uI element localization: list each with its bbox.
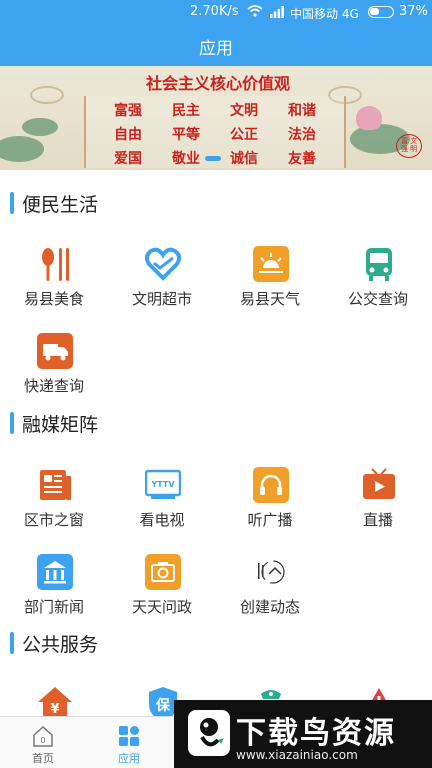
network-speed: 2.70K/s — [190, 4, 239, 19]
battery-percent: 37% — [399, 4, 428, 19]
tile-label: 部门新闻 — [23, 598, 84, 616]
tile-delivery[interactable]: 快递查询 — [0, 333, 108, 413]
section-accent-bar — [10, 632, 14, 654]
delivery-icon — [37, 333, 73, 369]
heart-icon — [145, 247, 181, 281]
page-title: 应用 — [199, 39, 233, 59]
section-title: 便民生活 — [22, 194, 99, 216]
weather-icon — [253, 246, 289, 282]
tile-food[interactable]: 易县美食 — [0, 246, 108, 326]
insurance-badge: 保 — [155, 697, 171, 714]
value-word: 诚信 — [230, 151, 258, 167]
watermark-title: 下载鸟资源 — [236, 716, 396, 751]
svg-text:0: 0 — [40, 736, 45, 745]
tile-label: 易县天气 — [239, 290, 300, 308]
bus-icon — [366, 248, 392, 281]
tile-label: 创建动态 — [239, 598, 300, 616]
apps-icon — [119, 726, 139, 746]
tile-daily-inquiry[interactable]: 天天问政 — [108, 554, 216, 634]
tile-create-news[interactable]: 创建动态 — [216, 554, 324, 634]
tile-label: 区市之窗 — [23, 511, 84, 529]
lotus-flower-decoration — [356, 106, 382, 130]
section-accent-bar — [10, 412, 14, 434]
tile-weather[interactable]: 易县天气 — [216, 246, 324, 326]
seal-stamp: 富 文 强 明 — [396, 134, 422, 158]
camera-icon — [145, 554, 181, 590]
carrier-label: 中国移动 4G — [290, 7, 359, 21]
banner-carousel[interactable]: 社会主义核心价值观 富强 民主 文明 和谐 自由 平等 公正 法治 爱国 敬业 … — [0, 66, 432, 170]
live-icon — [363, 468, 395, 499]
section-title: 公共服务 — [22, 634, 99, 656]
section-title: 融媒矩阵 — [22, 414, 99, 436]
carousel-indicator[interactable] — [205, 156, 221, 161]
tile-label: 易县美食 — [23, 290, 84, 308]
lotus-leaf-decoration — [22, 118, 58, 136]
home-icon: 0 — [33, 725, 53, 747]
value-word: 敬业 — [172, 151, 200, 167]
tv-badge: YTTV — [150, 480, 175, 489]
section-header-media: 融媒矩阵 — [0, 408, 432, 438]
tile-bus[interactable]: 公交查询 — [324, 246, 432, 326]
value-word: 文明 — [230, 103, 258, 119]
value-word: 富强 — [114, 103, 142, 119]
tile-label: 快递查询 — [23, 377, 84, 395]
bird-logo-icon — [188, 710, 230, 756]
top-bar: 2.70K/s 中国移动 4G 37% 应用 — [0, 0, 432, 66]
tile-label: 看电视 — [139, 511, 185, 529]
section-header-life: 便民生活 — [0, 188, 432, 218]
food-icon — [42, 248, 69, 281]
battery-icon — [368, 6, 394, 18]
tile-department-news[interactable]: 部门新闻 — [0, 554, 108, 634]
tile-label: 直播 — [362, 511, 393, 529]
value-word: 法治 — [288, 127, 316, 143]
value-word: 友善 — [288, 151, 316, 167]
nav-label: 首页 — [32, 752, 54, 765]
status-bar: 2.70K/s 中国移动 4G 37% — [0, 0, 432, 24]
watermark-url: www.xiazainiao.com — [236, 748, 358, 762]
tile-city-window[interactable]: 区市之窗 — [0, 467, 108, 547]
news-icon — [40, 470, 71, 500]
nav-apps[interactable]: 应用 — [86, 717, 172, 768]
tile-label: 文明超市 — [131, 290, 192, 308]
app-screen: 2.70K/s 中国移动 4G 37% 应用 社会主义核心价值观 富强 民主 文… — [0, 0, 432, 768]
svg-text:¥: ¥ — [50, 702, 59, 717]
tile-label: 听广播 — [247, 511, 293, 529]
value-word: 自由 — [114, 127, 142, 143]
value-word: 爱国 — [114, 151, 142, 167]
banner-headline: 社会主义核心价值观 — [145, 74, 290, 93]
tv-icon: YTTV — [145, 469, 181, 499]
nav-label: 应用 — [118, 752, 140, 765]
value-word: 平等 — [172, 127, 200, 143]
section-header-public: 公共服务 — [0, 628, 432, 658]
nav-home[interactable]: 0 首页 — [0, 717, 86, 768]
signal-icon — [270, 6, 284, 18]
lotus-leaf-decoration — [0, 136, 44, 162]
tile-civilized-market[interactable]: 文明超市 — [108, 246, 216, 326]
section-accent-bar — [10, 192, 14, 214]
wifi-icon — [247, 5, 263, 17]
tile-label: 公交查询 — [347, 290, 408, 308]
tile-tv[interactable]: YTTV 看电视 — [108, 467, 216, 547]
value-word: 公正 — [230, 127, 258, 143]
chinese-logo-icon — [258, 560, 285, 584]
tile-live[interactable]: 直播 — [324, 467, 432, 547]
tile-radio[interactable]: 听广播 — [216, 467, 324, 547]
building-icon — [37, 554, 73, 590]
tile-label: 天天问政 — [131, 598, 192, 616]
headphones-icon — [253, 467, 289, 503]
value-word: 民主 — [172, 103, 200, 119]
cloud-decoration — [30, 86, 64, 104]
value-word: 和谐 — [288, 103, 316, 119]
watermark-overlay: 下载鸟资源 www.xiazainiao.com — [174, 700, 432, 768]
